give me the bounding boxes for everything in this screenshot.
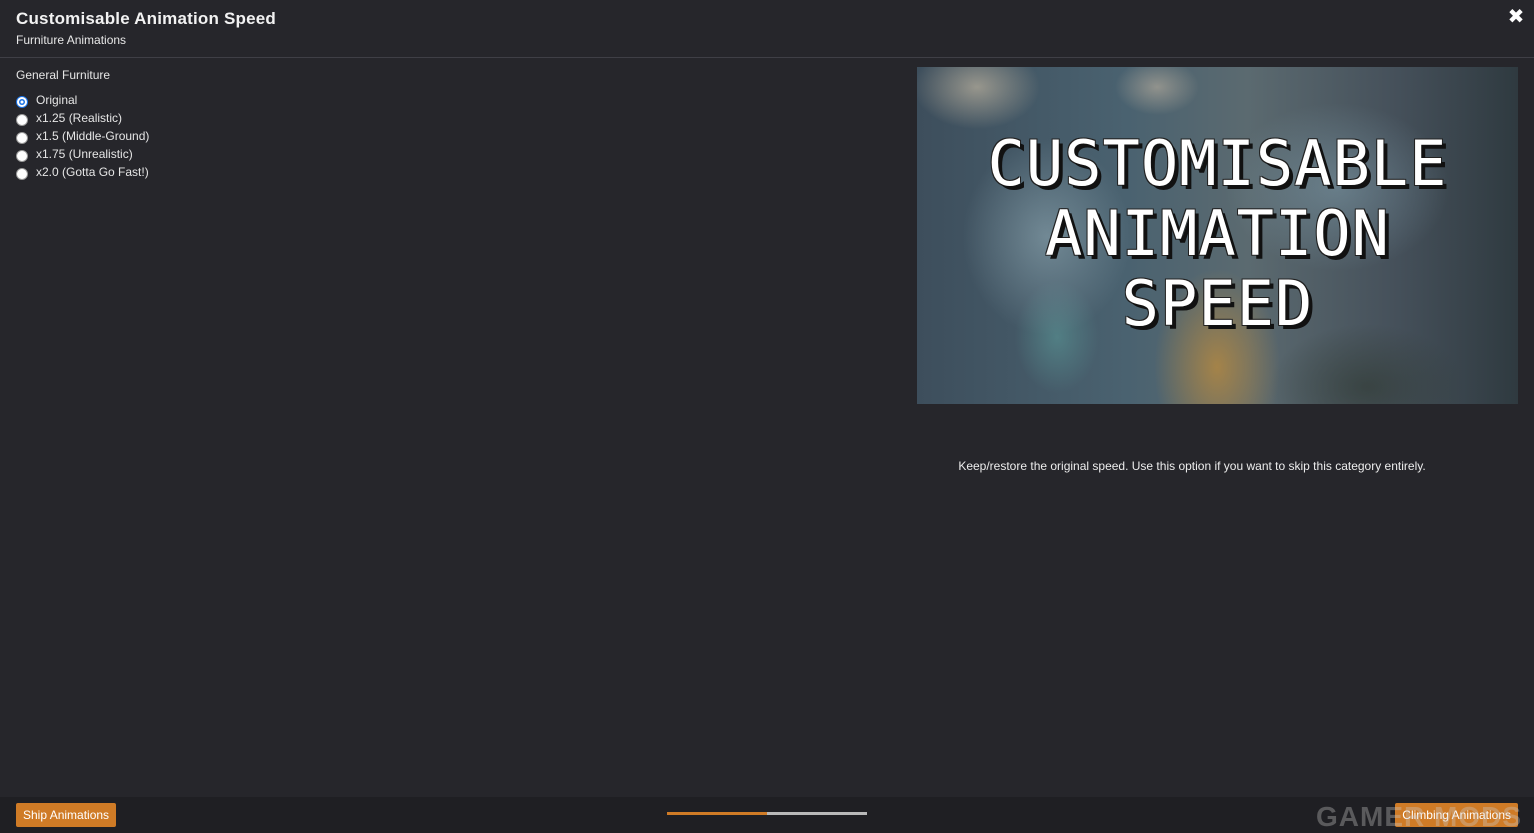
option-list: Original x1.25 (Realistic) x1.5 (Middle-… <box>16 91 149 181</box>
option-label: x1.75 (Unrealistic) <box>36 147 133 161</box>
radio-button[interactable] <box>16 113 28 126</box>
group-title: General Furniture <box>16 68 111 82</box>
previous-page-button[interactable]: Ship Animations <box>16 803 117 827</box>
preview-line: CUSTOMISABLE <box>987 127 1448 200</box>
preview-image: CUSTOMISABLE ANIMATION SPEED <box>917 67 1518 404</box>
preview-line: ANIMATION <box>1045 197 1390 270</box>
radio-button[interactable] <box>16 167 28 180</box>
option-x2-0[interactable]: x2.0 (Gotta Go Fast!) <box>16 163 149 181</box>
radio-button[interactable] <box>16 131 28 144</box>
radio-button[interactable] <box>16 149 28 162</box>
option-x1-75[interactable]: x1.75 (Unrealistic) <box>16 145 149 163</box>
page-title: Customisable Animation Speed <box>16 9 277 28</box>
progress-bar <box>667 812 867 815</box>
installer-window: Customisable Animation Speed Furniture A… <box>0 0 1534 833</box>
option-label: x2.0 (Gotta Go Fast!) <box>36 165 149 179</box>
option-x1-25[interactable]: x1.25 (Realistic) <box>16 109 149 127</box>
next-page-button[interactable]: Climbing Animations <box>1395 803 1518 827</box>
radio-button[interactable] <box>16 95 28 108</box>
option-label: Original <box>36 93 78 107</box>
preview-line: SPEED <box>1121 267 1314 340</box>
option-x1-5[interactable]: x1.5 (Middle-Ground) <box>16 127 149 145</box>
option-label: x1.5 (Middle-Ground) <box>36 129 150 143</box>
preview-title: CUSTOMISABLE ANIMATION SPEED <box>917 129 1518 339</box>
page-subtitle: Furniture Animations <box>16 33 127 47</box>
progress-fill <box>667 812 767 815</box>
footer: Ship Animations Climbing Animations GAME… <box>0 797 1534 833</box>
option-original[interactable]: Original <box>16 91 149 109</box>
header: Customisable Animation Speed Furniture A… <box>0 0 1534 58</box>
close-icon[interactable]: ✖ <box>1506 6 1526 28</box>
option-label: x1.25 (Realistic) <box>36 111 123 125</box>
option-description: Keep/restore the original speed. Use thi… <box>958 459 1426 473</box>
